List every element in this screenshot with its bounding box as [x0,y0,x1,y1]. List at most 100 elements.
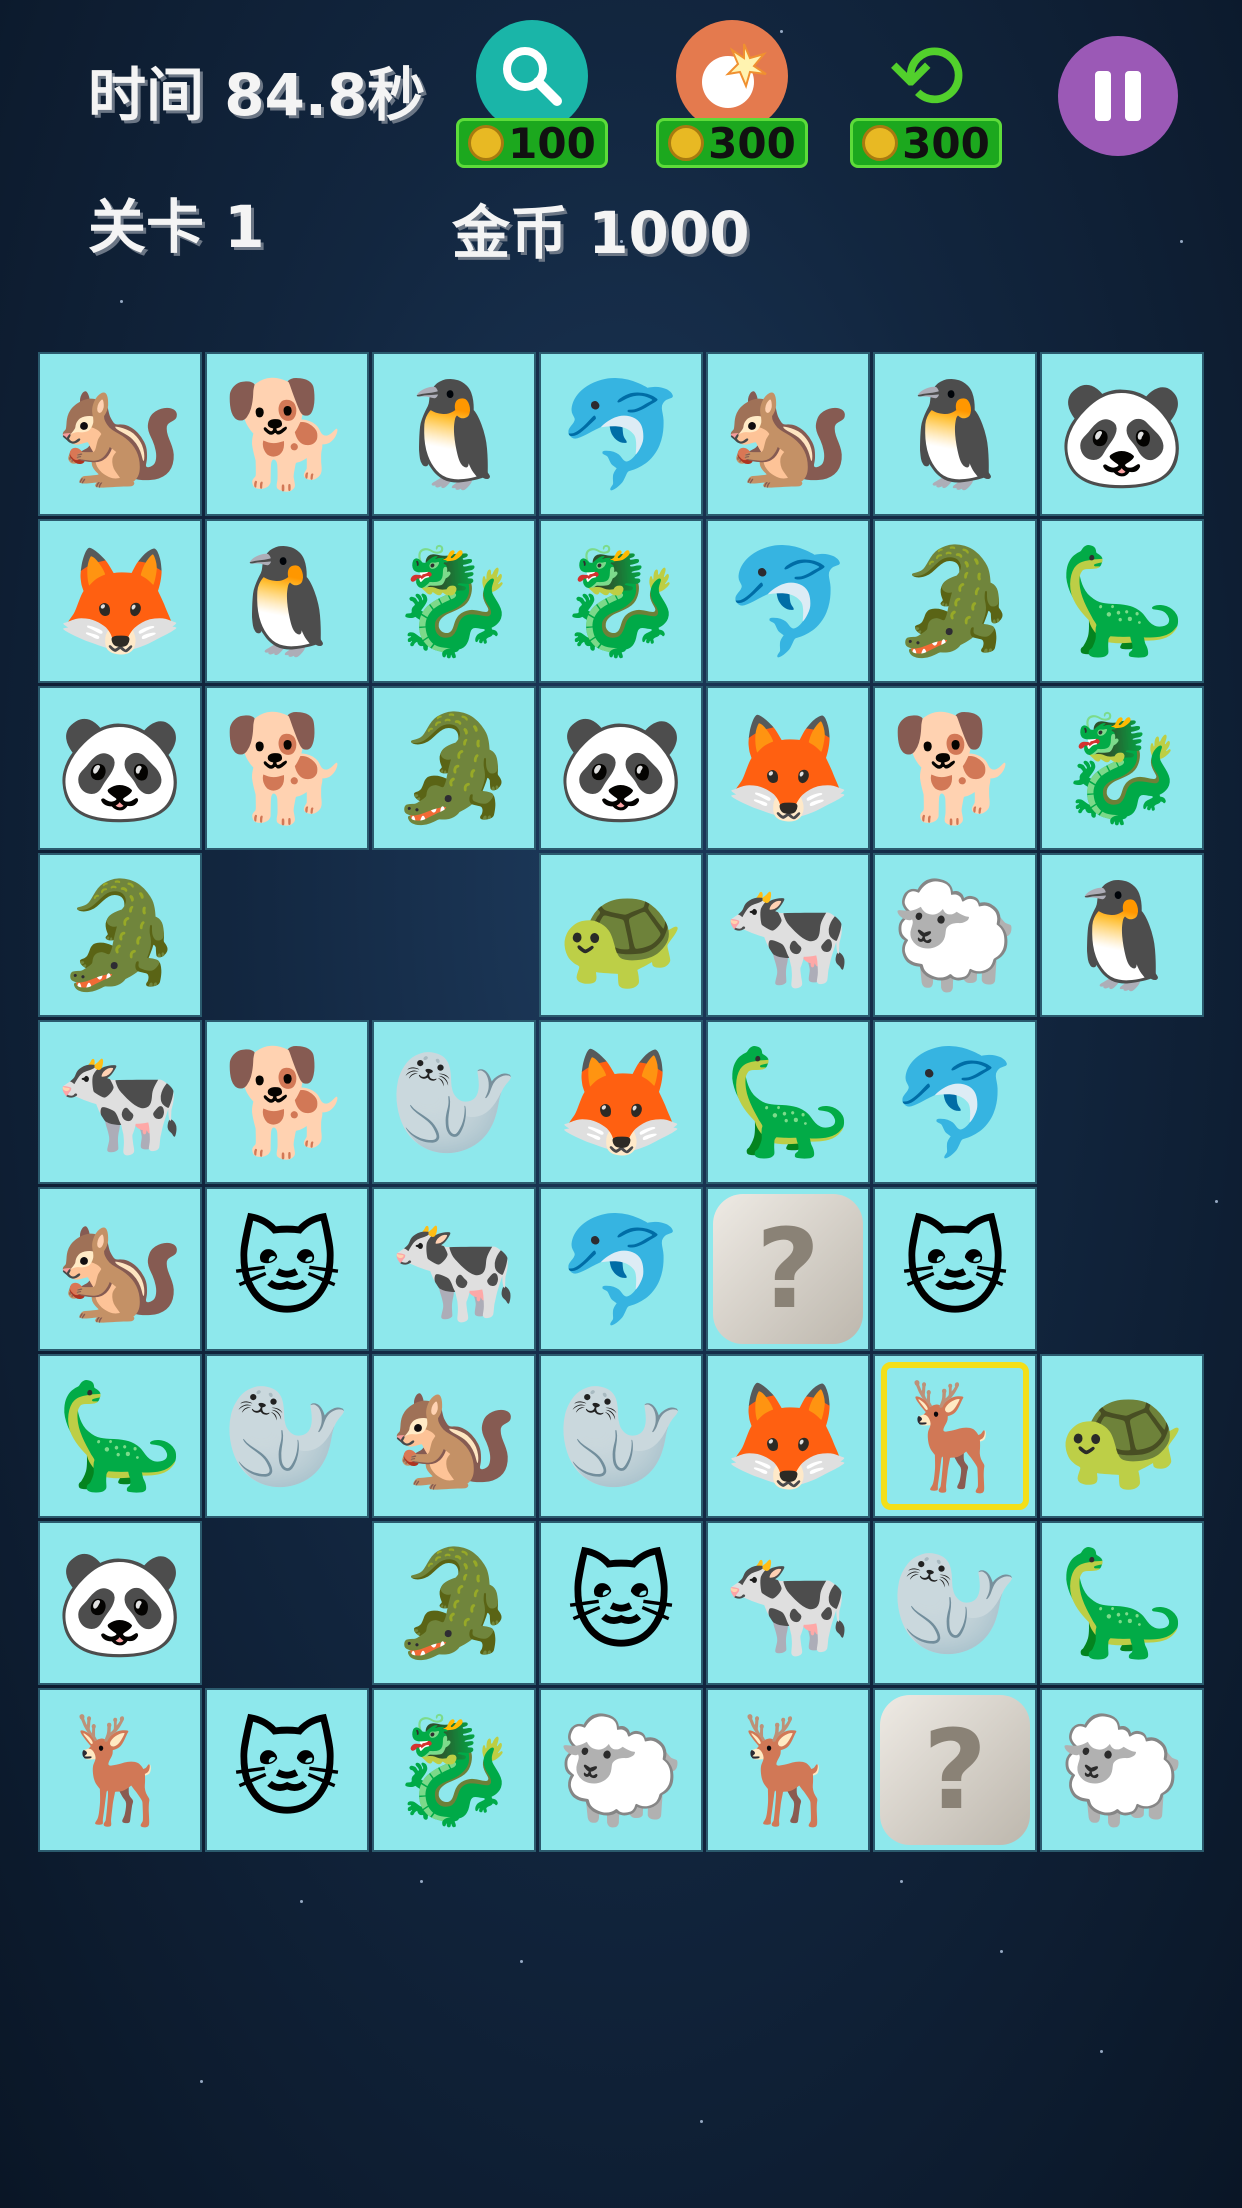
hint-tool-button[interactable]: 100 [456,20,608,170]
crocodile-icon: 🐊 [389,707,519,829]
tile-mystery[interactable]: ? [706,1187,870,1351]
tile-sheep[interactable]: 🐑 [1040,1688,1204,1852]
tile-panda[interactable]: 🐼 [539,686,703,850]
tile-cat[interactable]: 🐱 [205,1688,369,1852]
star [420,1880,423,1883]
panda-icon: 🐼 [55,707,185,829]
coin-icon [668,125,705,161]
bomb-tool-button[interactable]: 300 [656,20,808,170]
tile-cow[interactable]: 🐄 [706,1521,870,1685]
tile-stegosaurus[interactable]: 🦕 [1040,1521,1204,1685]
shuffle-cost: 300 [902,118,990,168]
tile-dolphin[interactable]: 🐬 [539,1187,703,1351]
fox-icon: 🦊 [723,1375,853,1497]
tile-penguin[interactable]: 🐧 [1040,853,1204,1017]
tile-penguin[interactable]: 🐧 [372,352,536,516]
star [1000,1950,1003,1953]
tile-squirrel[interactable]: 🐿️ [38,352,202,516]
tile-crocodile[interactable]: 🐊 [873,519,1037,683]
tile-panda[interactable]: 🐼 [38,1521,202,1685]
cow-icon: 🐄 [389,1208,519,1330]
tile-crocodile[interactable]: 🐊 [372,686,536,850]
tile-dragon[interactable]: 🐉 [372,1688,536,1852]
tile-sheep[interactable]: 🐑 [539,1688,703,1852]
tile-fox[interactable]: 🦊 [38,519,202,683]
tile-sheep[interactable]: 🐑 [873,853,1037,1017]
tile-reindeer[interactable]: 🦌 [706,1688,870,1852]
tile-dolphin[interactable]: 🐬 [539,352,703,516]
tile-squirrel[interactable]: 🐿️ [706,352,870,516]
tile-panda[interactable]: 🐼 [38,686,202,850]
tile-dolphin[interactable]: 🐬 [873,1020,1037,1184]
seal-icon: 🦭 [389,1041,519,1163]
tile-fox[interactable]: 🦊 [706,686,870,850]
time-label: 时间 84.8秒 [88,61,426,129]
shuffle-tool-button[interactable]: ⟲ 300 [850,20,1002,170]
tile-turtle[interactable]: 🐢 [1040,1354,1204,1518]
magnifier-icon [476,20,588,132]
panda-icon: 🐼 [556,707,686,829]
tile-cow[interactable]: 🐄 [372,1187,536,1351]
penguin-icon: 🐧 [389,373,519,495]
tile-dragon[interactable]: 🐉 [372,519,536,683]
cat-icon: 🐱 [566,1542,676,1664]
tile-cow[interactable]: 🐄 [706,853,870,1017]
tile-seal[interactable]: 🦭 [372,1020,536,1184]
dragon-icon: 🐉 [389,540,519,662]
tile-crocodile[interactable]: 🐊 [38,853,202,1017]
tile-penguin[interactable]: 🐧 [873,352,1037,516]
tile-dog[interactable]: 🐕 [205,686,369,850]
pause-button[interactable] [1058,36,1178,156]
tile-dolphin[interactable]: 🐬 [706,519,870,683]
dragon-icon: 🐉 [556,540,686,662]
tile-stegosaurus[interactable]: 🦕 [38,1354,202,1518]
tile-dog[interactable]: 🐕 [873,686,1037,850]
star [1215,1200,1218,1203]
tile-fox[interactable]: 🦊 [539,1020,703,1184]
squirrel-icon: 🐿️ [389,1375,519,1497]
star [1180,240,1183,243]
bomb-cost: 300 [708,118,796,168]
tile-crocodile[interactable]: 🐊 [372,1521,536,1685]
fox-icon: 🦊 [55,540,185,662]
cat-icon: 🐱 [232,1208,342,1330]
tile-dog[interactable]: 🐕 [205,1020,369,1184]
sheep-icon: 🐑 [1057,1709,1187,1831]
tile-dragon[interactable]: 🐉 [539,519,703,683]
tile-cat[interactable]: 🐱 [539,1521,703,1685]
tile-seal[interactable]: 🦭 [205,1354,369,1518]
star [200,2080,203,2083]
tile-seal[interactable]: 🦭 [873,1521,1037,1685]
tile-penguin[interactable]: 🐧 [205,519,369,683]
dolphin-icon: 🐬 [723,540,853,662]
tile-fox[interactable]: 🦊 [706,1354,870,1518]
tile-reindeer[interactable]: 🦌 [873,1354,1037,1518]
tile-dragon[interactable]: 🐉 [1040,686,1204,850]
tile-cat[interactable]: 🐱 [205,1187,369,1351]
tile-stegosaurus[interactable]: 🦕 [706,1020,870,1184]
tile-turtle[interactable]: 🐢 [539,853,703,1017]
tile-mystery[interactable]: ? [873,1688,1037,1852]
shuffle-icon: ⟲ [887,22,965,130]
bomb-cost-badge: 300 [656,118,808,168]
tile-squirrel[interactable]: 🐿️ [38,1187,202,1351]
tile-reindeer[interactable]: 🦌 [38,1688,202,1852]
tile-cow[interactable]: 🐄 [38,1020,202,1184]
crocodile-icon: 🐊 [55,874,185,996]
squirrel-icon: 🐿️ [55,373,185,495]
stegosaurus-icon: 🦕 [1057,1542,1187,1664]
tile-dog[interactable]: 🐕 [205,352,369,516]
level-label: 关卡 1 [88,193,265,261]
panda-icon: 🐼 [55,1542,185,1664]
tile-panda[interactable]: 🐼 [1040,352,1204,516]
tile-cat[interactable]: 🐱 [873,1187,1037,1351]
tile-squirrel[interactable]: 🐿️ [372,1354,536,1518]
star [700,2120,703,2123]
tile-seal[interactable]: 🦭 [539,1354,703,1518]
reindeer-icon: 🦌 [55,1709,185,1831]
squirrel-icon: 🐿️ [55,1208,185,1330]
dog-icon: 🐕 [222,1041,352,1163]
coins-label: 金币 1000 [452,199,750,267]
dolphin-icon: 🐬 [556,373,686,495]
tile-stegosaurus[interactable]: 🦕 [1040,519,1204,683]
